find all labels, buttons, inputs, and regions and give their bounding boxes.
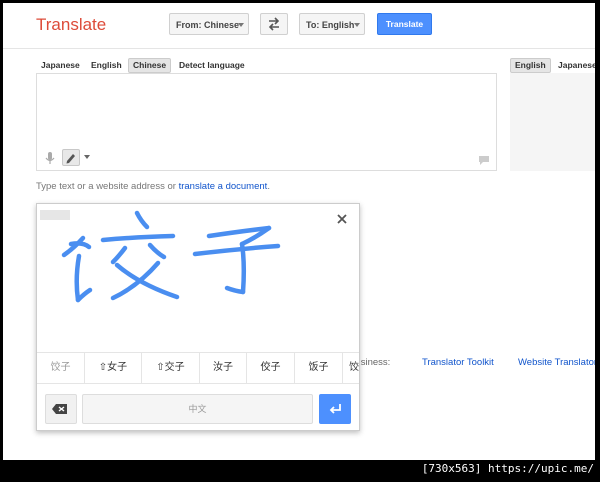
backspace-button[interactable] xyxy=(45,394,77,424)
to-language-label: To: English xyxy=(306,20,355,30)
pencil-icon xyxy=(66,154,75,164)
chevron-down-icon xyxy=(238,23,244,27)
website-translator-link[interactable]: Website Translator xyxy=(518,357,595,368)
source-lang-japanese[interactable]: Japanese xyxy=(37,58,84,73)
enter-button[interactable] xyxy=(319,394,351,424)
from-language-label: From: Chinese xyxy=(176,20,240,30)
watermark-text: [730x563] https://upic.me/ xyxy=(421,462,594,475)
candidate-item[interactable]: 饺 xyxy=(343,353,359,383)
enter-icon xyxy=(329,404,341,414)
candidate-list: 饺子 ⇧女子 ⇧交子 汝子 佼子 饭子 饺 xyxy=(37,352,359,384)
input-tools-button[interactable] xyxy=(62,149,80,166)
source-lang-chinese[interactable]: Chinese xyxy=(128,58,172,73)
feedback-icon[interactable] xyxy=(478,153,490,165)
translation-output-box xyxy=(510,73,595,171)
chevron-down-icon xyxy=(354,23,360,27)
backspace-icon xyxy=(52,404,67,414)
candidate-item[interactable]: 佼子 xyxy=(247,353,295,383)
handwriting-panel: 饺子 ⇧女子 ⇧交子 汝子 佼子 饭子 饺 中文 xyxy=(36,203,360,431)
translate-document-link[interactable]: translate a document xyxy=(179,181,268,192)
chevron-down-icon[interactable] xyxy=(84,155,90,159)
hint-prefix: Type text or a website address or xyxy=(36,181,179,192)
translate-button[interactable]: Translate xyxy=(377,13,432,35)
candidate-item[interactable]: 汝子 xyxy=(200,353,247,383)
source-text-box[interactable] xyxy=(36,73,497,171)
source-lang-english[interactable]: English xyxy=(87,58,126,73)
microphone-icon[interactable] xyxy=(43,150,57,166)
space-key[interactable]: 中文 xyxy=(82,394,313,424)
logo[interactable]: Translate xyxy=(36,15,106,35)
header-divider xyxy=(3,48,595,49)
candidate-item[interactable]: ⇧女子 xyxy=(85,353,142,383)
translate-page: Translate From: Chinese To: English Tran… xyxy=(3,3,595,460)
hint-text: Type text or a website address or transl… xyxy=(36,181,270,192)
candidate-item[interactable]: 饺子 xyxy=(37,353,85,383)
translator-toolkit-link[interactable]: Translator Toolkit xyxy=(422,357,494,368)
from-language-dropdown[interactable]: From: Chinese xyxy=(169,13,249,35)
swap-languages-button[interactable] xyxy=(260,13,288,35)
hint-suffix: . xyxy=(267,181,270,192)
source-lang-detect[interactable]: Detect language xyxy=(175,58,249,73)
handwriting-canvas[interactable] xyxy=(37,204,359,352)
to-language-dropdown[interactable]: To: English xyxy=(299,13,365,35)
target-lang-japanese[interactable]: Japanese xyxy=(554,58,595,73)
candidate-item[interactable]: ⇧交子 xyxy=(142,353,200,383)
target-lang-english[interactable]: English xyxy=(510,58,551,73)
swap-icon xyxy=(268,17,280,31)
candidate-item[interactable]: 饭子 xyxy=(295,353,343,383)
